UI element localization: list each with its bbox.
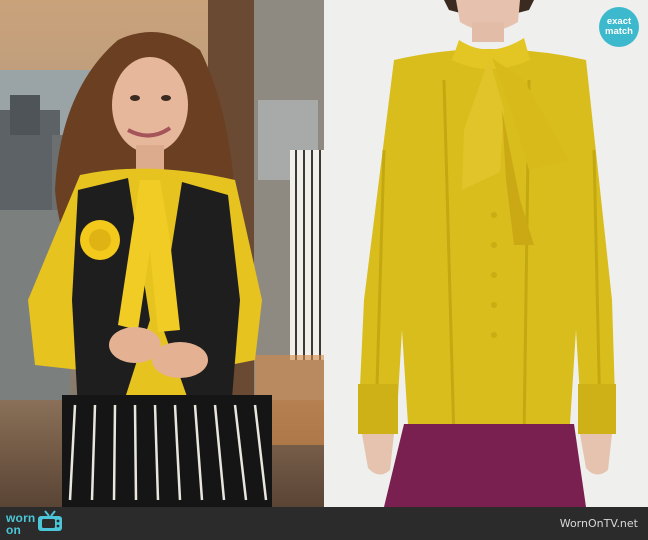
product-photo-illustration [324,0,648,507]
badge-line-2: match [605,26,633,37]
site-credit: WornOnTV.net [559,517,638,530]
logo-word-bottom: on [6,522,22,537]
footer-bar: worn on WornOnTV.net [0,507,648,540]
celebrity-photo-illustration [0,0,324,507]
logo-word-top: worn [6,510,36,525]
logo-wordmark: worn on [6,512,35,536]
exact-match-badge: exact match [599,7,639,47]
site-logo[interactable]: worn on [6,510,63,537]
tv-icon [37,510,63,537]
product-photo [324,0,648,507]
celebrity-photo [0,0,324,507]
product-comparison-image: exact match worn on WornOnTV.net [0,0,648,540]
